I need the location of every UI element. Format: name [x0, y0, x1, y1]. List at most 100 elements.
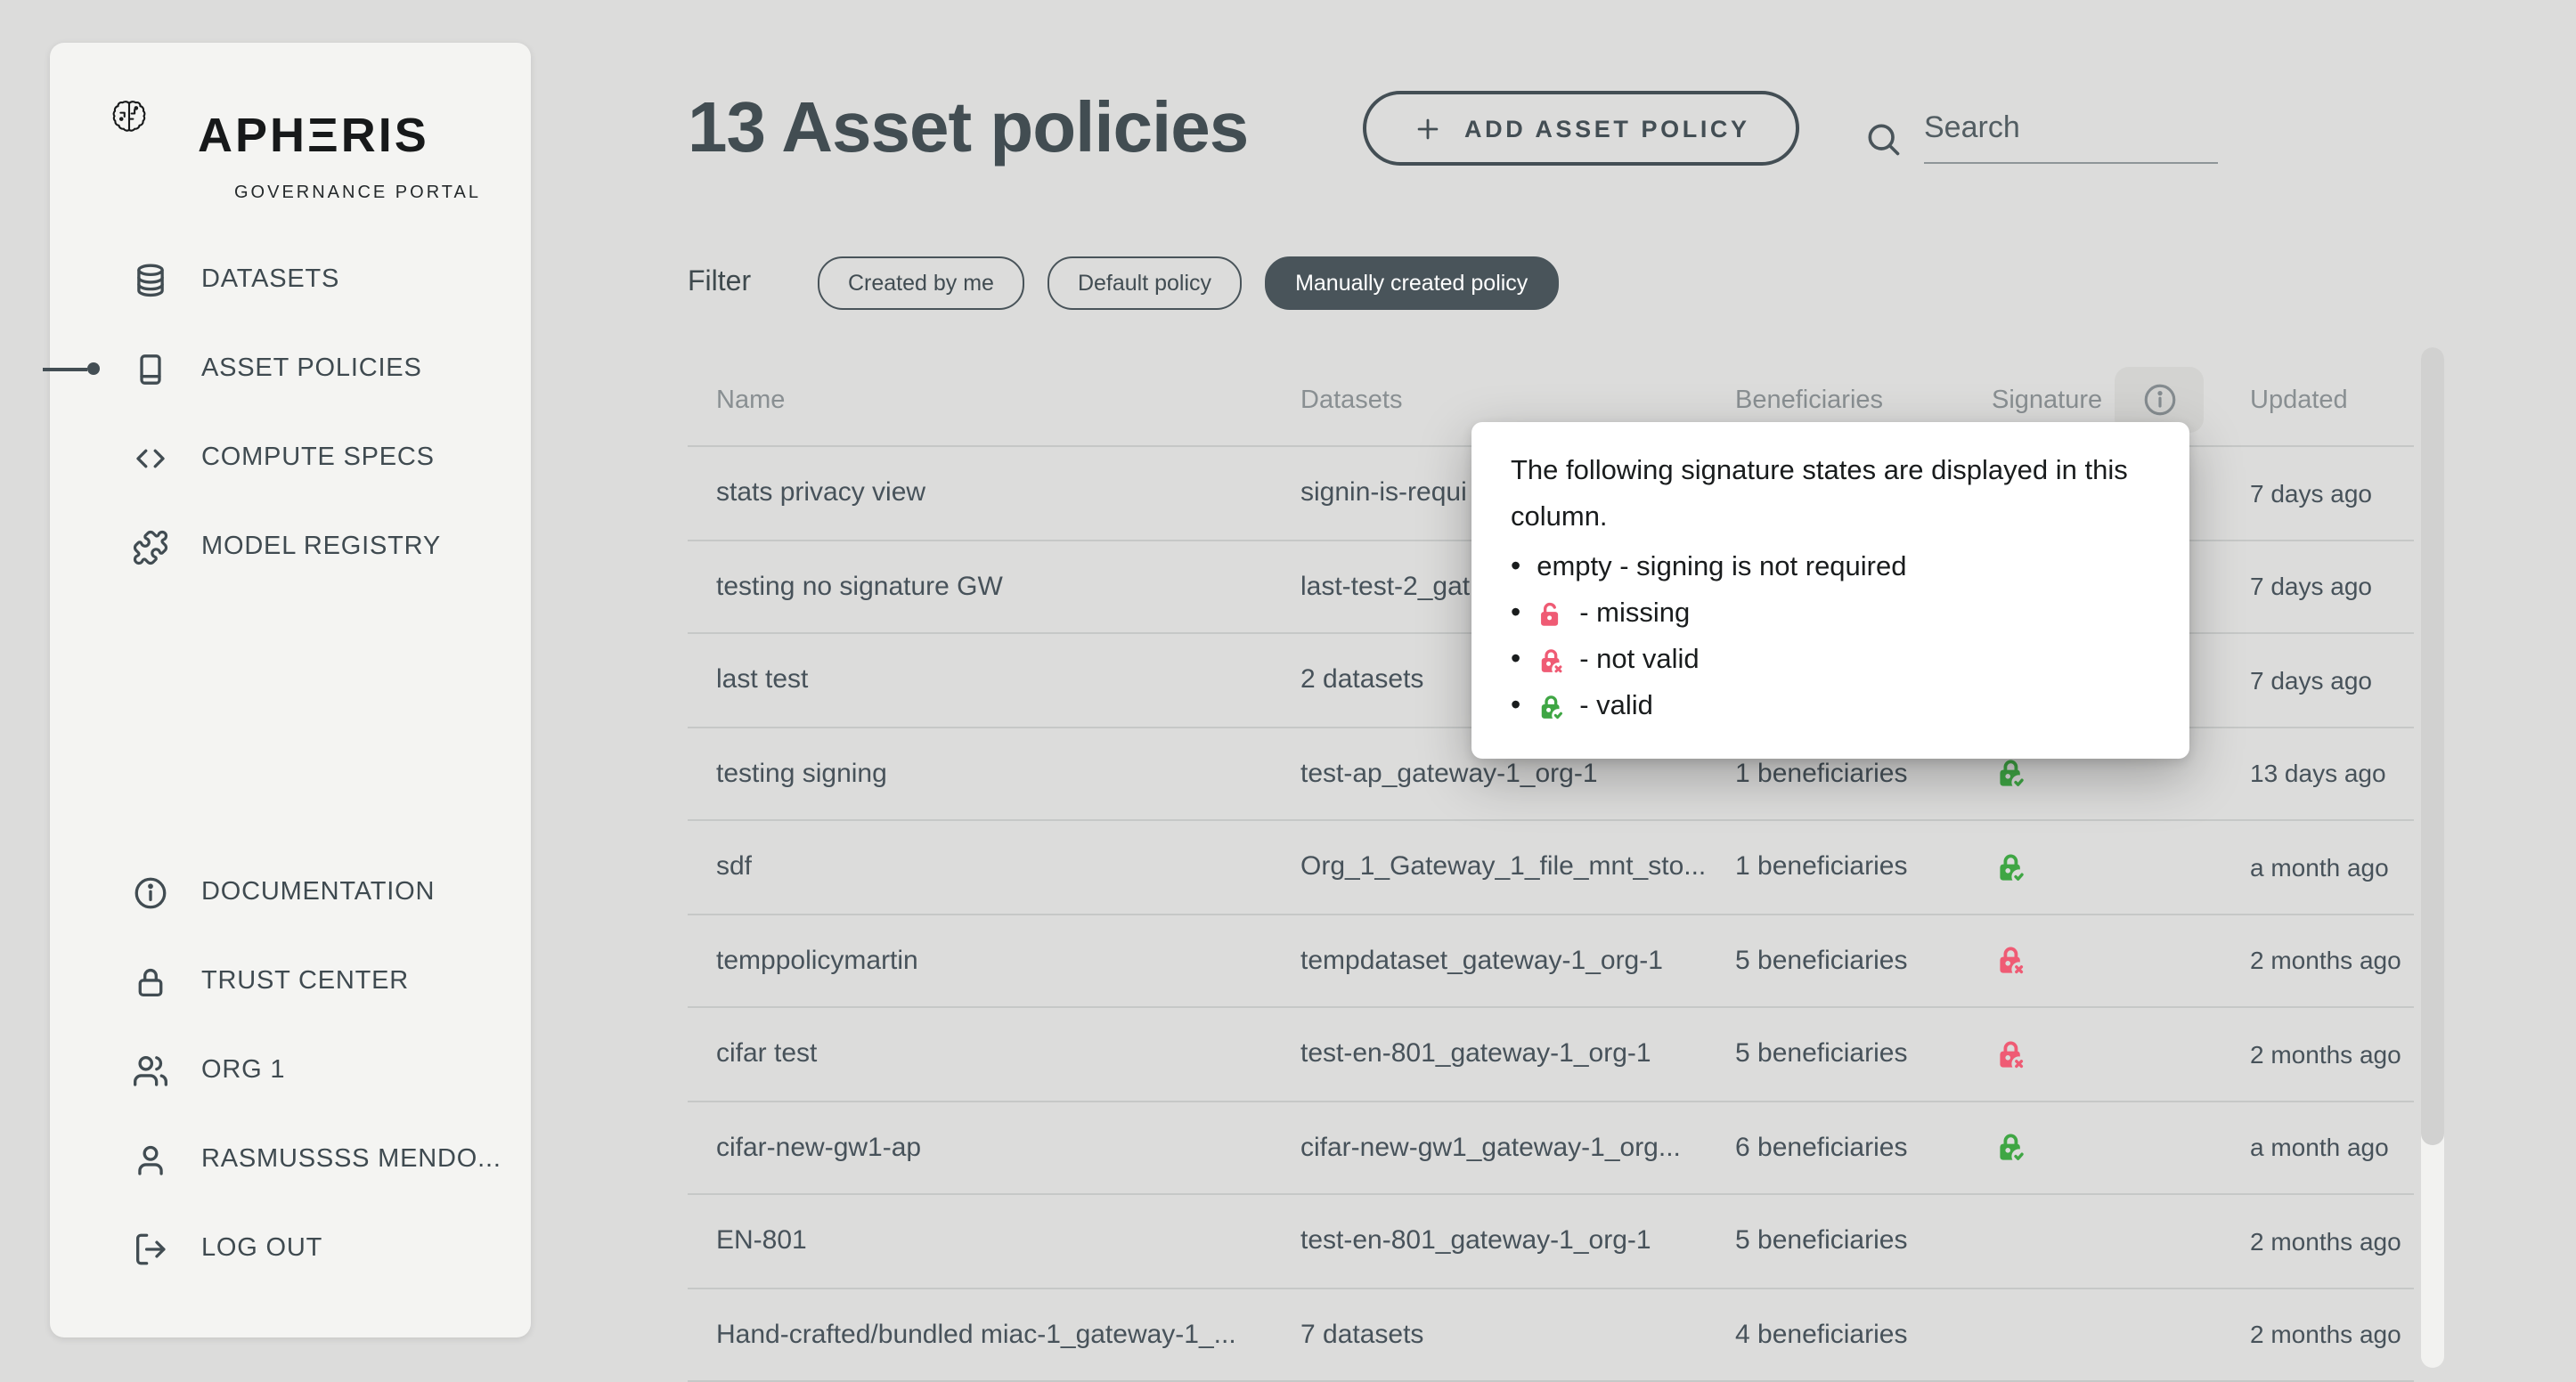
cell-beneficiaries: 6 beneficiaries — [1735, 1133, 1992, 1163]
cell-signature — [1992, 851, 2250, 883]
table-row[interactable]: Hand-crafted/bundled miac-1_gateway-1_..… — [688, 1289, 2414, 1382]
sidebar-item-label: TRUST CENTER — [201, 967, 409, 996]
cell-name: temppolicymartin — [688, 946, 1300, 976]
cell-name: testing no signature GW — [688, 572, 1300, 602]
user-icon — [132, 1141, 169, 1178]
logo-wordmark: APHΞRIS — [198, 108, 429, 163]
table-row[interactable]: sdfOrg_1_Gateway_1_file_mnt_sto...1 bene… — [688, 821, 2414, 915]
cell-signature — [1992, 1132, 2250, 1164]
database-icon — [132, 261, 169, 298]
column-header-name: Name — [688, 386, 1300, 414]
column-header-beneficiaries: Beneficiaries — [1735, 386, 1992, 414]
cell-name: sdf — [688, 852, 1300, 882]
cell-name: cifar test — [688, 1039, 1300, 1069]
filter-label: Filter — [688, 267, 751, 299]
logo: APHΞRIS — [50, 82, 531, 178]
add-asset-policy-label: ADD ASSET POLICY — [1464, 115, 1750, 142]
cell-beneficiaries: 4 beneficiaries — [1735, 1320, 1992, 1350]
tooltip-legend-item: • - missing — [1511, 591, 2150, 638]
sidebar-item-datasets[interactable]: DATASETS — [50, 235, 531, 324]
tooltip-legend-text: - valid — [1579, 691, 1653, 723]
filter-chips: Created by me Default policy Manually crea… — [818, 256, 1558, 310]
cell-beneficiaries: 5 beneficiaries — [1735, 946, 1992, 976]
sidebar-item-label: DATASETS — [201, 265, 339, 294]
active-item-indicator — [43, 362, 100, 375]
cell-name: testing signing — [688, 759, 1300, 789]
info-icon — [132, 874, 169, 911]
sidebar-item-documentation[interactable]: DOCUMENTATION — [50, 848, 531, 937]
bullet: • — [1511, 554, 1520, 582]
scrollbar-thumb[interactable] — [2421, 347, 2444, 1145]
column-header-signature-label: Signature — [1992, 386, 2102, 414]
sidebar-nav-main: DATASETS ASSET POLICIES COMPUTE SPECS MODEL… — [50, 235, 531, 591]
bullet: • — [1511, 646, 1520, 675]
signature-not-valid-icon — [1995, 945, 2026, 977]
sidebar: APHΞRIS GOVERNANCE PORTAL DATASETSASSET … — [50, 43, 531, 1337]
signature-valid-icon — [1537, 693, 1563, 721]
filter-chip-manually-created-policy[interactable]: Manually created policy — [1265, 256, 1558, 310]
cell-updated: 13 days ago — [2250, 760, 2414, 788]
filter-chip-created-by-me[interactable]: Created by me — [818, 256, 1024, 310]
cell-datasets: test-en-801_gateway-1_org-1 — [1300, 1039, 1735, 1069]
cell-name: EN-801 — [688, 1226, 1300, 1256]
cell-updated: 2 months ago — [2250, 1227, 2414, 1256]
cell-datasets: cifar-new-gw1_gateway-1_org... — [1300, 1133, 1735, 1163]
info-icon — [2140, 381, 2178, 419]
tooltip-intro: The following signature states are displ… — [1511, 449, 2150, 540]
filter-chip-default-policy[interactable]: Default policy — [1048, 256, 1242, 310]
column-header-datasets: Datasets — [1300, 386, 1735, 414]
signature-valid-icon — [1995, 851, 2026, 883]
sidebar-item-label: COMPUTE SPECS — [201, 443, 435, 472]
cell-signature — [1992, 1038, 2250, 1070]
bullet: • — [1511, 693, 1520, 721]
cell-name: cifar-new-gw1-ap — [688, 1133, 1300, 1163]
users-icon — [132, 1052, 169, 1089]
sidebar-item-asset-policies[interactable]: ASSET POLICIES — [50, 324, 531, 413]
table-row[interactable]: temppolicymartintempdataset_gateway-1_or… — [688, 915, 2414, 1008]
tooltip-legend-item: •empty - signing is not required — [1511, 545, 2150, 591]
cell-datasets: 7 datasets — [1300, 1320, 1735, 1350]
cell-signature — [1992, 945, 2250, 977]
signature-valid-icon — [1995, 1132, 2026, 1164]
search-icon — [1863, 119, 1903, 159]
cell-updated: a month ago — [2250, 1134, 2414, 1162]
tooltip-legend: •empty - signing is not required•- missi… — [1511, 545, 2150, 730]
cell-updated: 2 months ago — [2250, 1321, 2414, 1349]
tooltip-legend-item: • - not valid — [1511, 638, 2150, 684]
cell-beneficiaries: 5 beneficiaries — [1735, 1039, 1992, 1069]
signature-not-valid-icon — [1995, 1038, 2026, 1070]
sidebar-item-user[interactable]: RASMUSSSS MENDO... — [50, 1115, 531, 1204]
cell-datasets: Org_1_Gateway_1_file_mnt_sto... — [1300, 852, 1735, 882]
add-asset-policy-button[interactable]: ADD ASSET POLICY — [1363, 91, 1800, 166]
page-title: 13 Asset policies — [688, 89, 1248, 169]
cell-beneficiaries: 1 beneficiaries — [1735, 759, 1992, 789]
tooltip-legend-text: - not valid — [1579, 645, 1699, 677]
signature-not-valid-icon — [1537, 646, 1563, 675]
search-input[interactable] — [1924, 110, 2218, 164]
tooltip-legend-item: • - valid — [1511, 684, 2150, 730]
sidebar-item-label: DOCUMENTATION — [201, 878, 435, 906]
sidebar-item-log-out[interactable]: LOG OUT — [50, 1204, 531, 1293]
plus-icon — [1413, 113, 1443, 143]
cell-beneficiaries: 1 beneficiaries — [1735, 852, 1992, 882]
table-row[interactable]: cifar-new-gw1-apcifar-new-gw1_gateway-1_… — [688, 1102, 2414, 1195]
sidebar-item-org-1[interactable]: ORG 1 — [50, 1026, 531, 1115]
sidebar-item-label: LOG OUT — [201, 1234, 322, 1263]
cell-signature — [1992, 758, 2250, 790]
sidebar-item-label: ORG 1 — [201, 1056, 285, 1085]
sidebar-item-trust-center[interactable]: TRUST CENTER — [50, 937, 531, 1026]
signature-missing-icon — [1537, 600, 1563, 629]
logout-icon — [132, 1230, 169, 1267]
bullet: • — [1511, 600, 1520, 629]
sidebar-item-model-registry[interactable]: MODEL REGISTRY — [50, 502, 531, 591]
table-row[interactable]: EN-801test-en-801_gateway-1_org-15 benef… — [688, 1195, 2414, 1289]
cell-name: last test — [688, 665, 1300, 695]
sidebar-item-compute-specs[interactable]: COMPUTE SPECS — [50, 413, 531, 502]
table-row[interactable]: cifar testtest-en-801_gateway-1_org-15 b… — [688, 1008, 2414, 1102]
asset-policies-page: APHΞRIS GOVERNANCE PORTAL DATASETSASSET … — [0, 0, 2576, 1368]
cell-name: stats privacy view — [688, 478, 1300, 508]
cell-updated: a month ago — [2250, 853, 2414, 882]
tooltip-legend-text: - missing — [1579, 598, 1690, 630]
sidebar-nav-footer: DOCUMENTATION TRUST CENTER ORG 1 RASMUSSSS … — [50, 848, 531, 1293]
search — [1863, 110, 2218, 164]
